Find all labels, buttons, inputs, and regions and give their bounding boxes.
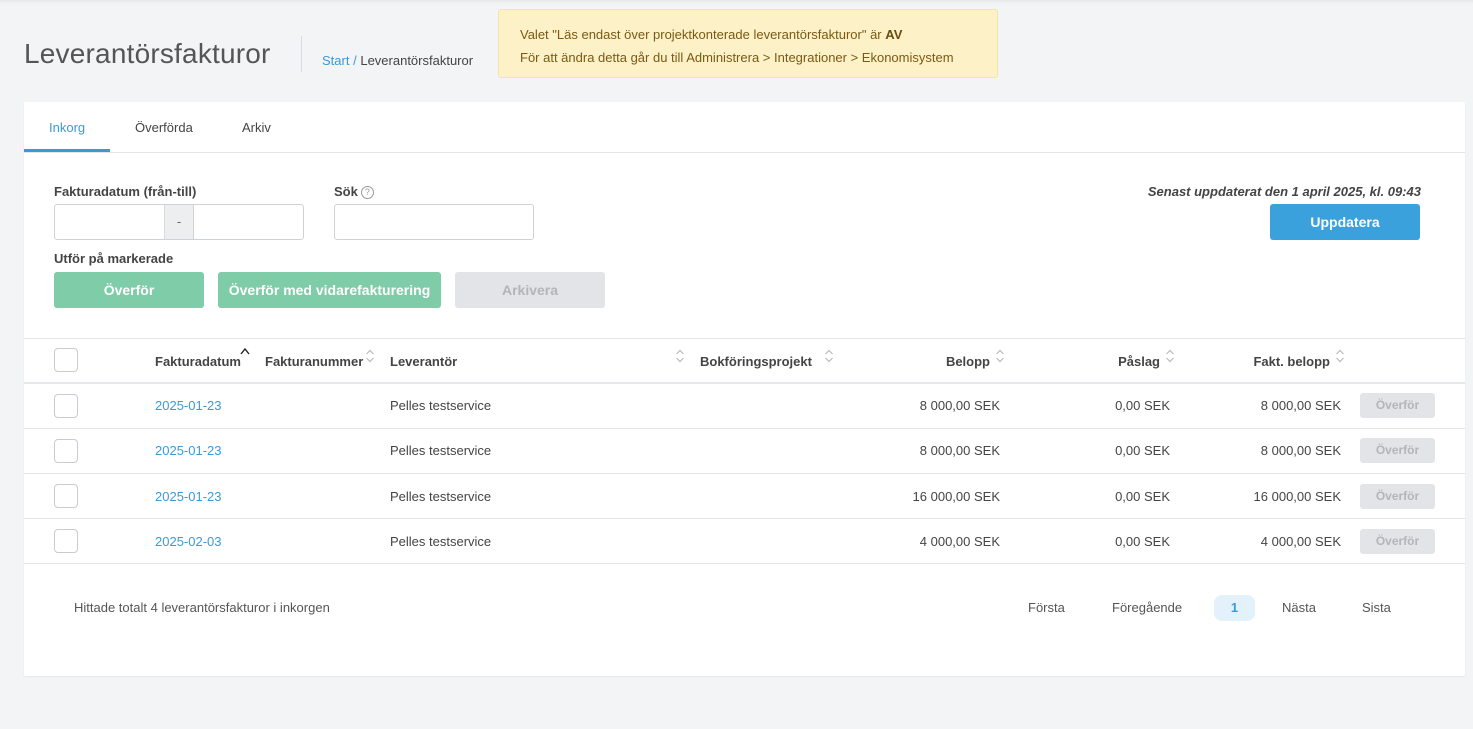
supplier-name: Pelles testservice [390, 489, 492, 504]
title-divider [301, 36, 302, 72]
column-header-invoiced[interactable]: Fakt. belopp [1253, 354, 1330, 369]
pagination-current-page[interactable]: 1 [1214, 595, 1255, 621]
breadcrumb-separator: / [353, 53, 357, 68]
amount: 16 000,00 SEK [912, 489, 1000, 504]
pagination-last[interactable]: Sista [1362, 600, 1391, 615]
supplier-name: Pelles testservice [390, 398, 492, 413]
supplier-name: Pelles testservice [390, 534, 492, 549]
sort-both-icon[interactable] [365, 348, 375, 364]
markup: 0,00 SEK [1115, 534, 1170, 549]
total-count-text: Hittade totalt 4 leverantörsfakturor i i… [74, 600, 330, 615]
bulk-archive-button[interactable]: Arkivera [455, 272, 605, 308]
amount: 8 000,00 SEK [919, 443, 1000, 458]
invoiced-amount: 16 000,00 SEK [1253, 489, 1341, 504]
tab-arkiv[interactable]: Arkiv [242, 120, 271, 135]
update-button[interactable]: Uppdatera [1270, 204, 1420, 240]
date-range-separator: - [164, 204, 194, 240]
notice-setting-value: AV [885, 27, 903, 42]
bulk-transfer-rebill-button[interactable]: Överför med vidarefakturering [218, 272, 441, 308]
date-from-input[interactable] [54, 204, 165, 240]
breadcrumb-start-link[interactable]: Start [322, 53, 349, 68]
sort-both-icon[interactable] [675, 348, 685, 364]
amount: 8 000,00 SEK [919, 398, 1000, 413]
row-divider [24, 518, 1465, 519]
table-header-border [24, 382, 1465, 384]
row-transfer-button[interactable]: Överför [1360, 438, 1435, 463]
bulk-actions-label: Utför på markerade [54, 251, 174, 266]
pagination-next[interactable]: Nästa [1282, 600, 1316, 615]
notice-setting-text: Valet "Läs endast över projektkonterade … [520, 27, 882, 42]
invoiced-amount: 8 000,00 SEK [1260, 443, 1341, 458]
invoiced-amount: 8 000,00 SEK [1260, 398, 1341, 413]
column-header-amount[interactable]: Belopp [946, 354, 990, 369]
row-checkbox[interactable] [54, 394, 78, 418]
amount: 4 000,00 SEK [919, 534, 1000, 549]
column-header-number[interactable]: Fakturanummer [265, 354, 363, 369]
date-range-label: Fakturadatum (från-till) [54, 184, 197, 199]
breadcrumb-current: Leverantörsfakturor [360, 53, 474, 68]
markup: 0,00 SEK [1115, 398, 1170, 413]
tab-bar: Inkorg Överförda Arkiv [24, 102, 1465, 153]
table-top-border [24, 338, 1465, 339]
row-divider [24, 428, 1465, 429]
search-label: Sök? [334, 184, 374, 199]
column-header-markup[interactable]: Påslag [1118, 354, 1160, 369]
row-checkbox[interactable] [54, 484, 78, 508]
markup: 0,00 SEK [1115, 443, 1170, 458]
search-label-text: Sök [334, 184, 358, 199]
row-transfer-button[interactable]: Överför [1360, 484, 1435, 509]
sort-both-icon[interactable] [995, 348, 1005, 364]
active-tab-indicator [24, 149, 110, 152]
row-divider [24, 473, 1465, 474]
page-title: Leverantörsfakturor [24, 38, 271, 69]
column-header-project[interactable]: Bokföringsprojekt [700, 354, 812, 369]
sort-both-icon[interactable] [824, 348, 834, 364]
invoice-date-link[interactable]: 2025-01-23 [155, 398, 222, 413]
top-shade [0, 0, 1473, 4]
notice-line-1: Valet "Läs endast över projektkonterade … [520, 23, 997, 46]
pagination-first[interactable]: Första [1028, 600, 1065, 615]
row-divider [24, 563, 1465, 564]
breadcrumb: Start / Leverantörsfakturor [322, 53, 473, 68]
invoice-card: Inkorg Överförda Arkiv Fakturadatum (frå… [24, 102, 1465, 676]
row-transfer-button[interactable]: Överför [1360, 393, 1435, 418]
search-input[interactable] [334, 204, 534, 240]
select-all-checkbox[interactable] [54, 348, 78, 372]
sort-both-icon[interactable] [1165, 348, 1175, 364]
row-checkbox[interactable] [54, 439, 78, 463]
notice-line-2: För att ändra detta går du till Administ… [520, 50, 954, 65]
sort-ascending-icon[interactable] [240, 346, 250, 362]
invoice-date-link[interactable]: 2025-02-03 [155, 534, 222, 549]
supplier-name: Pelles testservice [390, 443, 492, 458]
help-icon[interactable]: ? [360, 186, 374, 199]
row-transfer-button[interactable]: Överför [1360, 529, 1435, 554]
invoice-date-link[interactable]: 2025-01-23 [155, 489, 222, 504]
column-header-date[interactable]: Fakturadatum [155, 354, 241, 369]
column-header-supplier[interactable]: Leverantör [390, 354, 457, 369]
tab-overforda[interactable]: Överförda [135, 120, 193, 135]
sort-both-icon[interactable] [1335, 348, 1345, 364]
tab-inkorg[interactable]: Inkorg [49, 120, 85, 135]
invoice-date-link[interactable]: 2025-01-23 [155, 443, 222, 458]
row-checkbox[interactable] [54, 529, 78, 553]
markup: 0,00 SEK [1115, 489, 1170, 504]
last-updated-text: Senast uppdaterat den 1 april 2025, kl. … [1147, 184, 1421, 199]
invoiced-amount: 4 000,00 SEK [1260, 534, 1341, 549]
bulk-transfer-button[interactable]: Överför [54, 272, 204, 308]
integration-notice: Valet "Läs endast över projektkonterade … [498, 9, 998, 78]
date-to-input[interactable] [193, 204, 304, 240]
pagination-previous[interactable]: Föregående [1112, 600, 1182, 615]
